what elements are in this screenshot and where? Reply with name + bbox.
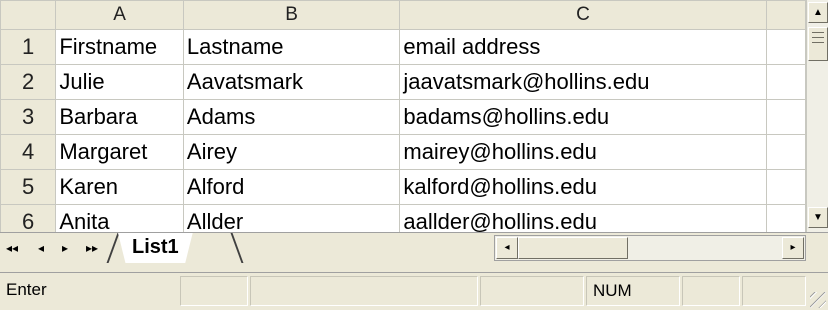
cell-d1[interactable] bbox=[765, 29, 806, 65]
cell-b2[interactable]: Aavatsmark bbox=[182, 64, 401, 100]
horizontal-scroll-thumb[interactable] bbox=[518, 237, 628, 259]
scroll-right-arrow-icon[interactable]: ▸ bbox=[782, 237, 804, 259]
table-row: 4 Margaret Airey mairey@hollins.edu bbox=[0, 134, 806, 170]
status-panel-empty-3 bbox=[480, 276, 584, 306]
table-row: 3 Barbara Adams badams@hollins.edu bbox=[0, 99, 806, 135]
cell-c3[interactable]: badams@hollins.edu bbox=[399, 99, 767, 135]
status-num: NUM bbox=[586, 276, 680, 306]
scroll-left-arrow-icon[interactable]: ◂ bbox=[496, 237, 518, 259]
status-panel-empty-2 bbox=[250, 276, 478, 306]
sheet-tab-list1[interactable]: List1 bbox=[118, 233, 193, 263]
cell-a1[interactable]: Firstname bbox=[55, 29, 184, 65]
column-header-d[interactable] bbox=[765, 0, 806, 30]
row-header[interactable]: 2 bbox=[0, 64, 57, 100]
cell-a4[interactable]: Margaret bbox=[55, 134, 184, 170]
table-row: 5 Karen Alford kalford@hollins.edu bbox=[0, 169, 806, 205]
row-header[interactable]: 4 bbox=[0, 134, 57, 170]
table-row: 2 Julie Aavatsmark jaavatsmark@hollins.e… bbox=[0, 64, 806, 100]
status-panel-empty-1 bbox=[180, 276, 248, 306]
status-bar: Enter NUM bbox=[0, 272, 828, 310]
worksheet-grid: A B C 1 Firstname Lastname email address… bbox=[0, 0, 806, 264]
row-header[interactable]: 3 bbox=[0, 99, 57, 135]
first-sheet-icon[interactable]: ◂◂ bbox=[6, 240, 18, 256]
cell-b3[interactable]: Adams bbox=[182, 99, 401, 135]
row-header[interactable]: 5 bbox=[0, 169, 57, 205]
cell-c2[interactable]: jaavatsmark@hollins.edu bbox=[399, 64, 767, 100]
sheet-tab-bar: ◂◂ ◂ ▸ ▸▸ List1 ◂ ▸ bbox=[0, 232, 828, 264]
cell-c5[interactable]: kalford@hollins.edu bbox=[399, 169, 767, 205]
last-sheet-icon[interactable]: ▸▸ bbox=[86, 240, 98, 256]
scroll-up-arrow-icon[interactable]: ▲ bbox=[808, 2, 828, 23]
cell-c4[interactable]: mairey@hollins.edu bbox=[399, 134, 767, 170]
tab-right-edge bbox=[230, 233, 244, 263]
cell-a3[interactable]: Barbara bbox=[55, 99, 184, 135]
resize-grip-icon[interactable] bbox=[810, 292, 826, 308]
table-row: 1 Firstname Lastname email address bbox=[0, 29, 806, 65]
cell-d4[interactable] bbox=[765, 134, 806, 170]
cell-a2[interactable]: Julie bbox=[55, 64, 184, 100]
next-sheet-icon[interactable]: ▸ bbox=[62, 240, 68, 256]
cell-c1[interactable]: email address bbox=[399, 29, 767, 65]
cell-d3[interactable] bbox=[765, 99, 806, 135]
column-header-c[interactable]: C bbox=[399, 0, 767, 30]
status-panel-empty-5 bbox=[742, 276, 806, 306]
vertical-scroll-thumb[interactable] bbox=[808, 27, 828, 61]
column-header-row: A B C bbox=[0, 0, 806, 30]
cell-table: A B C 1 Firstname Lastname email address… bbox=[0, 0, 806, 240]
column-header-b[interactable]: B bbox=[182, 0, 401, 30]
cell-d2[interactable] bbox=[765, 64, 806, 100]
row-header[interactable]: 1 bbox=[0, 29, 57, 65]
scroll-down-arrow-icon[interactable]: ▼ bbox=[808, 207, 828, 228]
column-header-a[interactable]: A bbox=[55, 0, 184, 30]
cell-a5[interactable]: Karen bbox=[55, 169, 184, 205]
cell-b1[interactable]: Lastname bbox=[182, 29, 401, 65]
spreadsheet-window: A B C 1 Firstname Lastname email address… bbox=[0, 0, 828, 310]
select-all-corner[interactable] bbox=[0, 0, 57, 30]
cell-b4[interactable]: Airey bbox=[182, 134, 401, 170]
cell-d5[interactable] bbox=[765, 169, 806, 205]
tab-left-edge bbox=[106, 233, 120, 263]
status-mode: Enter bbox=[6, 280, 47, 299]
vertical-scrollbar[interactable]: ▲ ▼ bbox=[806, 0, 828, 264]
prev-sheet-icon[interactable]: ◂ bbox=[38, 240, 44, 256]
horizontal-scrollbar[interactable]: ◂ ▸ bbox=[494, 235, 806, 261]
cell-b5[interactable]: Alford bbox=[182, 169, 401, 205]
status-panel-empty-4 bbox=[682, 276, 740, 306]
